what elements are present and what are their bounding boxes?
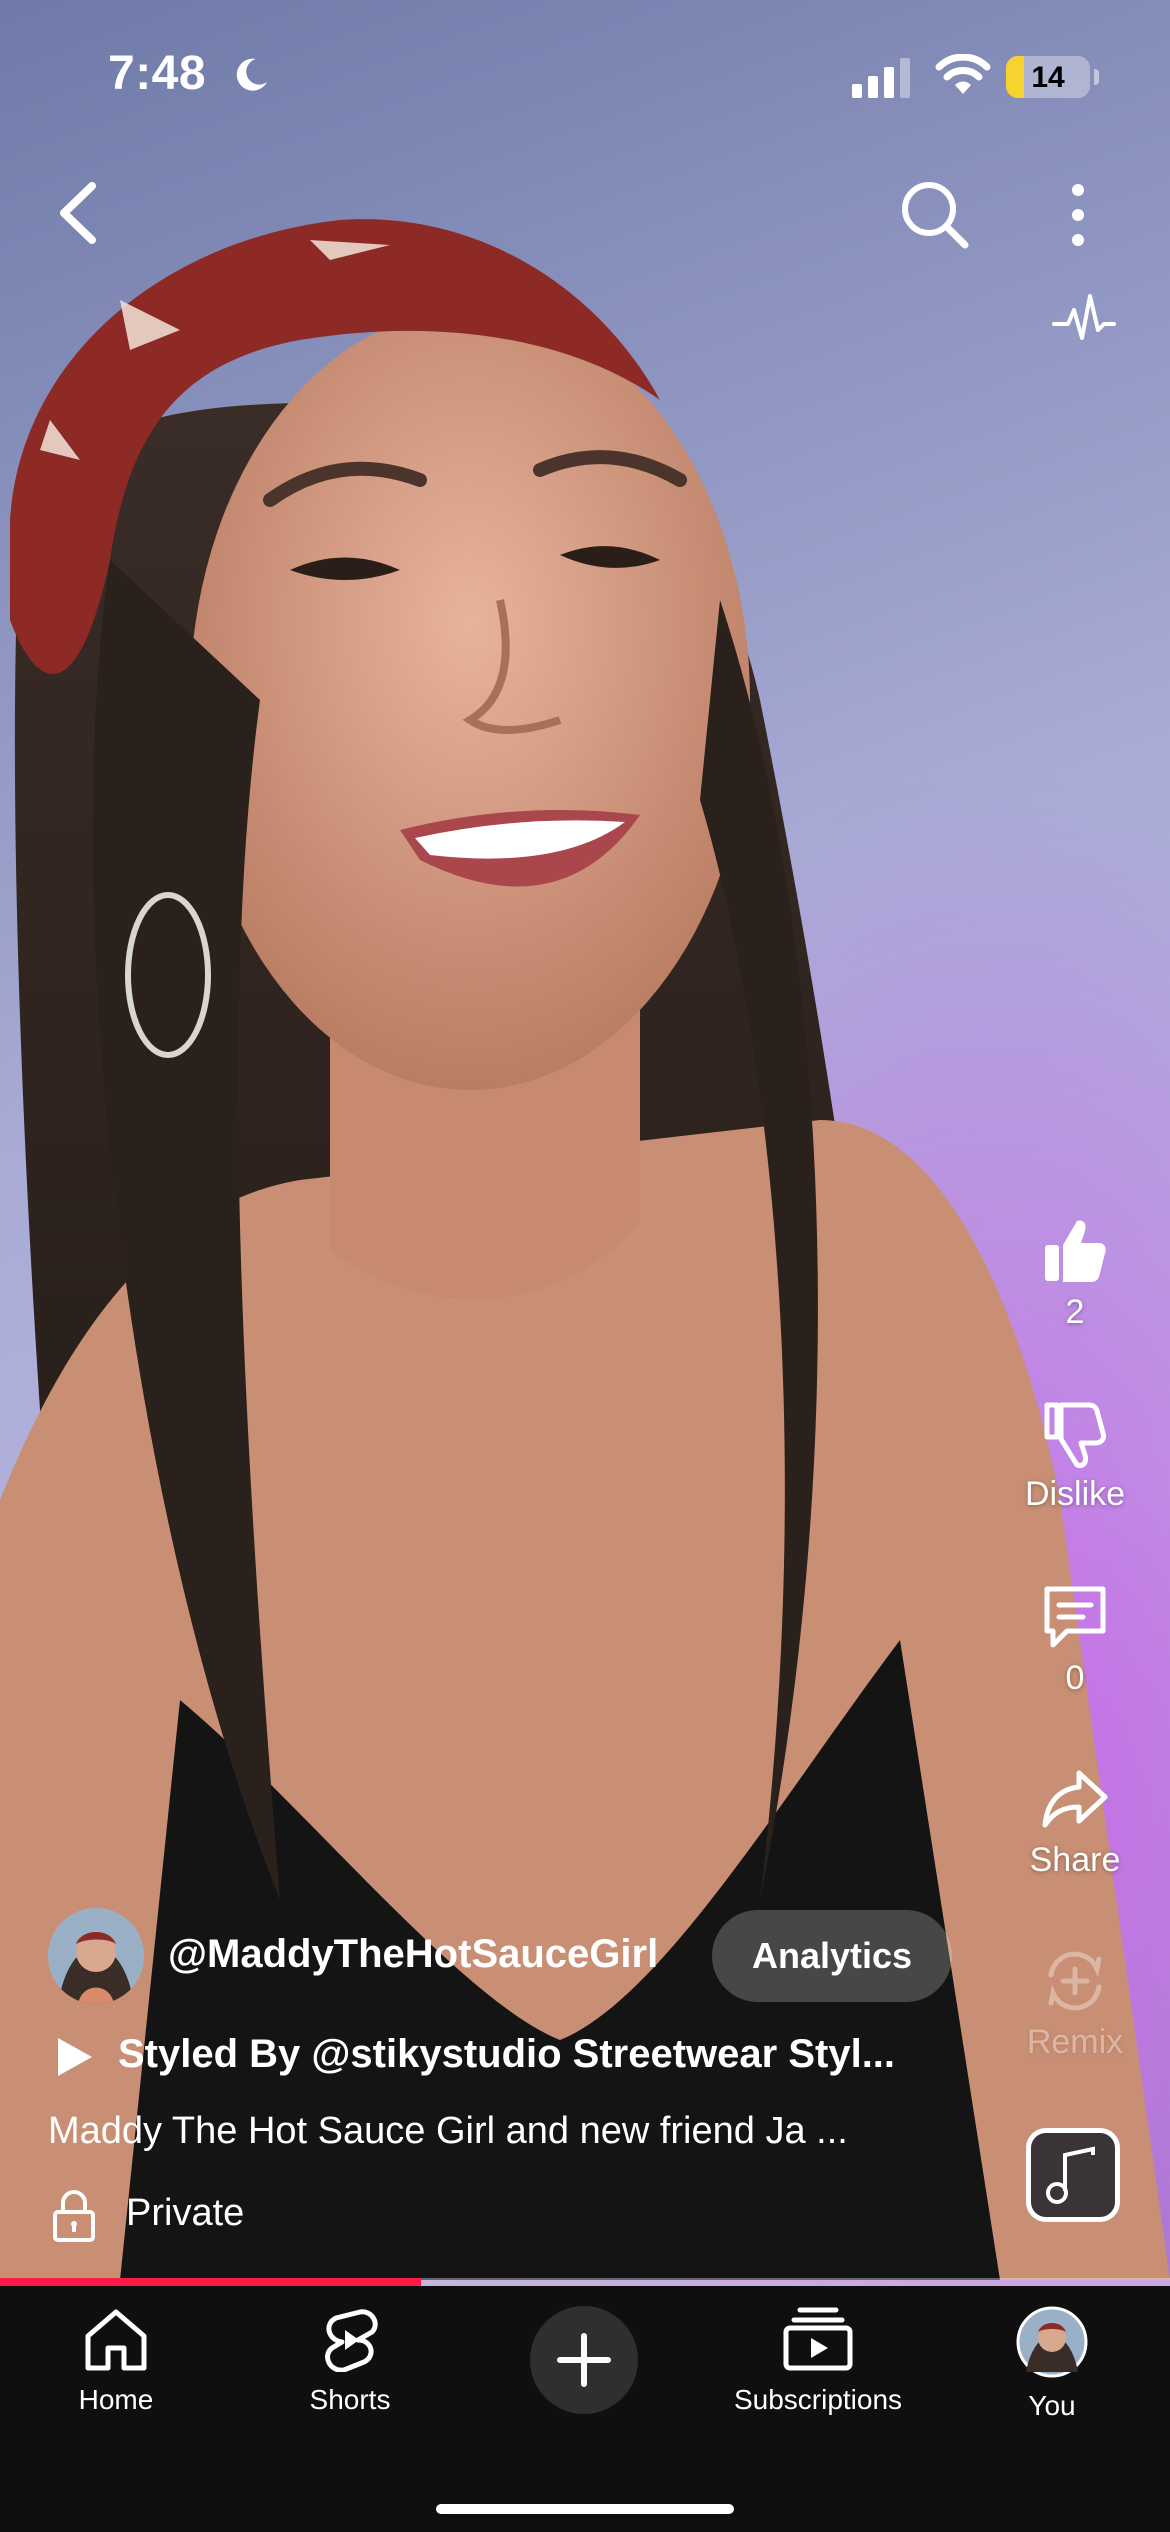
lock-icon [53,2190,95,2242]
music-note-icon [1046,2146,1095,2204]
subscriptions-icon [783,2307,853,2371]
remix-icon [1048,1951,1102,2011]
comments-button[interactable]: 0 [1005,1581,1145,1698]
battery-percent: 14 [1031,61,1065,94]
avatar [1016,2306,1088,2378]
channel-avatar[interactable] [48,1908,144,2004]
nav-you[interactable]: You [952,2306,1152,2422]
privacy-label: Private [126,2192,245,2234]
share-label: Share [1029,1841,1121,1879]
thumbs-up-icon [1045,1220,1106,1282]
nav-you-label: You [1028,2390,1076,2421]
bottom-navigation: Home Shorts Subscriptions You [0,2286,1170,2532]
channel-handle[interactable]: @MaddyTheHotSauceGirl [168,1932,658,1977]
nav-subscriptions[interactable]: Subscriptions [718,2306,918,2416]
avatar-image [48,1908,144,2004]
focus-moon-icon [236,58,267,91]
privacy-status: Private [48,2186,448,2242]
create-icon [557,2333,611,2387]
dislike-label: Dislike [1024,1475,1126,1513]
nav-home[interactable]: Home [16,2306,216,2416]
audio-waveform-icon[interactable] [1052,290,1116,350]
status-bar: 7:48 14 [0,0,1170,150]
thumbs-down-icon [1044,1402,1106,1468]
video-progress-bar[interactable] [0,2278,1170,2286]
battery-indicator: 14 [1006,56,1099,98]
like-button[interactable]: 2 [1005,1215,1145,1332]
home-icon [85,2309,147,2371]
remix-button[interactable]: Remix [1005,1945,1145,2062]
comment-icon [1044,1586,1106,1648]
nav-subscriptions-label: Subscriptions [733,2384,903,2415]
like-count: 2 [1065,1293,1085,1331]
play-icon [58,2038,92,2076]
home-indicator [436,2504,734,2514]
sound-tile[interactable] [1026,2128,1120,2222]
wifi-icon [935,54,991,94]
share-button[interactable]: Share [1005,1763,1145,1880]
nav-shorts-label: Shorts [309,2384,391,2415]
video-progress-fill [0,2278,422,2286]
video-title: Styled By @stikystudio Streetwear Styl..… [118,2032,896,2076]
dislike-button[interactable]: Dislike [1005,1397,1145,1514]
analytics-button[interactable]: Analytics [712,1910,952,2002]
remix-label: Remix [1026,2023,1124,2061]
comment-count: 0 [1065,1659,1085,1697]
channel-row: @MaddyTheHotSauceGirl Analytics [48,1908,1008,2004]
nav-shorts[interactable]: Shorts [250,2306,450,2416]
search-icon[interactable] [898,178,970,250]
video-title-row[interactable]: Styled By @stikystudio Streetwear Styl..… [48,2028,988,2084]
cellular-signal-icon [852,58,910,98]
video-description[interactable]: Maddy The Hot Sauce Girl and new friend … [48,2110,848,2153]
create-button[interactable] [530,2306,638,2414]
shorts-icon [325,2309,378,2372]
nav-home-label: Home [78,2384,154,2415]
shorts-player-screen: 7:48 14 2 Dislike 0 Share Remix @MaddyTh… [0,0,1170,2532]
more-options-icon[interactable] [1058,180,1098,250]
back-arrow-icon[interactable] [52,178,112,248]
status-time: 7:48 [108,47,207,100]
share-arrow-icon [1042,1770,1108,1828]
